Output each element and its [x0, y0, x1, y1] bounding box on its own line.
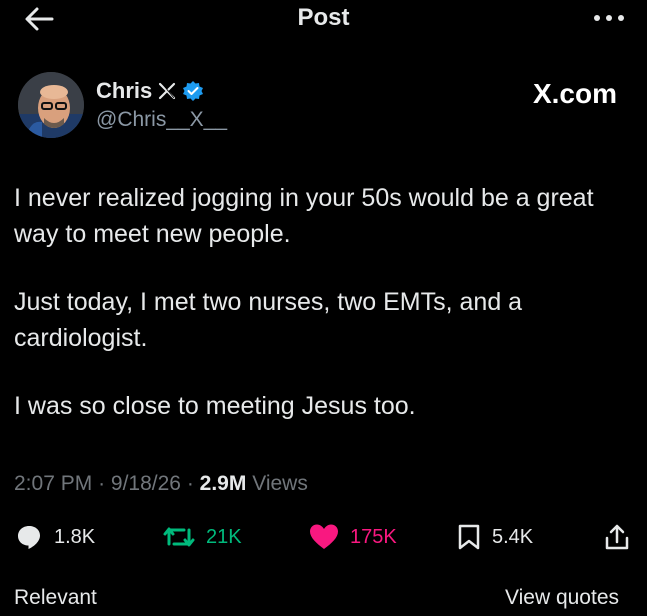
action-bar: 1.8K 21K 175K 5.4K — [14, 522, 634, 558]
repost-icon — [163, 527, 195, 547]
views-count[interactable]: 2.9M — [200, 472, 247, 495]
tweet-meta: 2:07 PM · 9/18/26 · 2.9M Views — [14, 472, 308, 496]
verified-badge-icon — [183, 81, 204, 101]
bookmark-button[interactable]: 5.4K — [456, 522, 533, 552]
more-button[interactable] — [591, 8, 627, 28]
post-time[interactable]: 2:07 PM — [14, 472, 92, 495]
relevant-sort-button[interactable]: Relevant — [14, 586, 97, 610]
footer-row: Relevant View quotes — [0, 586, 647, 616]
bookmark-count: 5.4K — [492, 525, 534, 548]
tweet-paragraph: Just today, I met two nurses, two EMTs, … — [14, 288, 523, 352]
page-title: Post — [297, 4, 350, 31]
x-com-logo: X.com — [532, 78, 617, 109]
repost-count: 21K — [206, 525, 242, 548]
like-button[interactable]: 175K — [308, 522, 397, 552]
meta-separator: · — [186, 472, 194, 495]
like-count: 175K — [350, 525, 397, 548]
more-icon — [594, 15, 624, 21]
avatar[interactable] — [18, 72, 84, 138]
view-quotes-link[interactable]: View quotes — [505, 586, 619, 610]
x-logo-icon — [159, 82, 176, 100]
views-label: Views — [252, 472, 308, 495]
heart-icon — [310, 524, 338, 549]
repost-button[interactable]: 21K — [162, 522, 242, 552]
meta-separator: · — [98, 472, 106, 495]
reply-button[interactable]: 1.8K — [14, 522, 95, 552]
reply-icon — [18, 526, 40, 549]
bookmark-icon — [458, 524, 480, 550]
author-name-row: Chris — [96, 78, 204, 104]
tweet-text: I never realized jogging in your 50s wou… — [14, 180, 634, 456]
share-button[interactable] — [602, 522, 632, 552]
reply-count: 1.8K — [54, 525, 96, 548]
share-icon — [605, 524, 629, 550]
avatar-photo — [18, 72, 84, 138]
tweet-paragraph: I was so close to meeting Jesus too. — [14, 392, 416, 420]
top-bar: Post — [0, 0, 647, 40]
author-handle[interactable]: @Chris__X__ — [96, 108, 227, 132]
author-name[interactable]: Chris — [96, 78, 152, 104]
tweet-paragraph: I never realized jogging in your 50s wou… — [14, 184, 594, 248]
post-date[interactable]: 9/18/26 — [111, 472, 181, 495]
